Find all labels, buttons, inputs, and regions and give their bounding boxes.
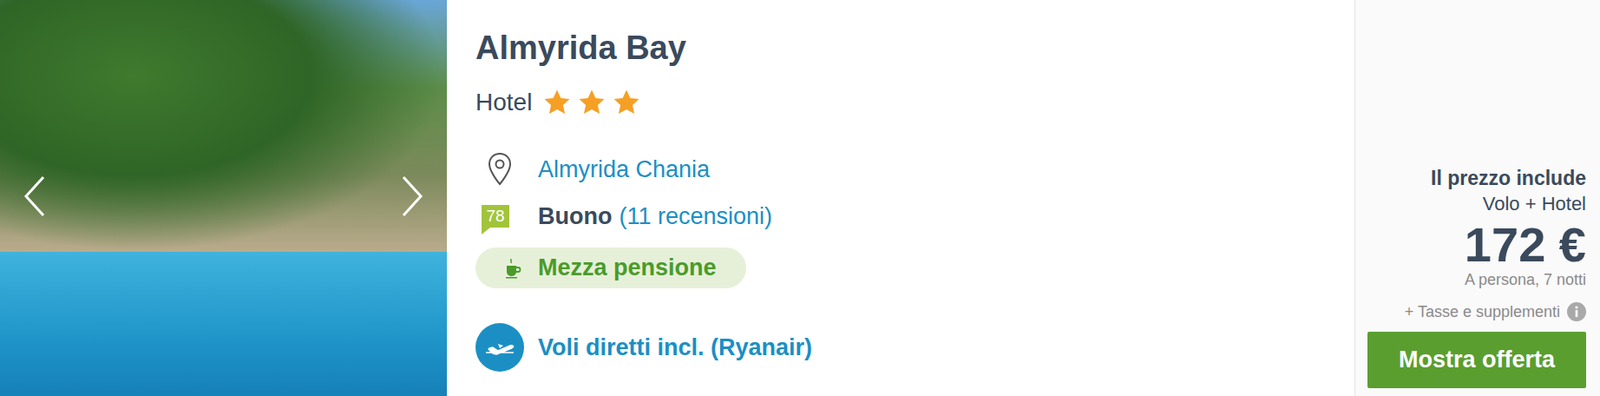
map-pin-icon xyxy=(486,151,513,187)
price-panel: Il prezzo includeVolo + Hotel 172 €A pers… xyxy=(1354,0,1600,396)
chevron-right-icon[interactable] xyxy=(400,173,425,219)
flights-row: Voli diretti incl. (Ryanair) xyxy=(475,322,813,372)
hotel-type-row: Hotel xyxy=(475,86,642,119)
rating-label: Buono xyxy=(537,203,612,230)
price-amount: 172 € xyxy=(1464,220,1587,269)
price-extras: + Tasse e supplementi xyxy=(1404,300,1587,323)
airplane-icon xyxy=(475,322,525,372)
hotel-info: Almyrida Bay Hotel Almyrida Chania 78 Buono(… xyxy=(446,0,1355,396)
location-link[interactable]: Almyrida Chania xyxy=(537,156,710,184)
price-heading: Il prezzo include xyxy=(1430,164,1587,191)
hotel-photo[interactable] xyxy=(0,0,447,396)
rating-row: 78 Buono(11 recensioni) xyxy=(475,198,773,234)
star-icon xyxy=(577,87,607,118)
chevron-left-icon[interactable] xyxy=(22,173,47,219)
reviews-link[interactable]: (11 recensioni) xyxy=(618,203,773,230)
rating-badge: 78 xyxy=(481,204,510,228)
hotel-offer-card: Almyrida Bay Hotel Almyrida Chania 78 Buono(… xyxy=(0,0,1600,396)
price-per: A persona, 7 notti xyxy=(1464,268,1587,290)
cup-icon xyxy=(504,257,523,279)
price-includes: Volo + Hotel xyxy=(1482,190,1587,217)
star-icon xyxy=(611,87,642,118)
star-icon xyxy=(542,87,572,118)
flights-link[interactable]: Voli diretti incl. (Ryanair) xyxy=(537,334,813,361)
board-badge: Mezza pensione xyxy=(475,247,747,289)
hotel-type: Hotel xyxy=(475,88,532,117)
location-row: Almyrida Chania xyxy=(475,151,710,187)
hotel-name[interactable]: Almyrida Bay xyxy=(475,27,687,68)
info-icon[interactable] xyxy=(1567,301,1587,322)
show-offer-button[interactable]: Mostra offerta xyxy=(1367,331,1587,388)
